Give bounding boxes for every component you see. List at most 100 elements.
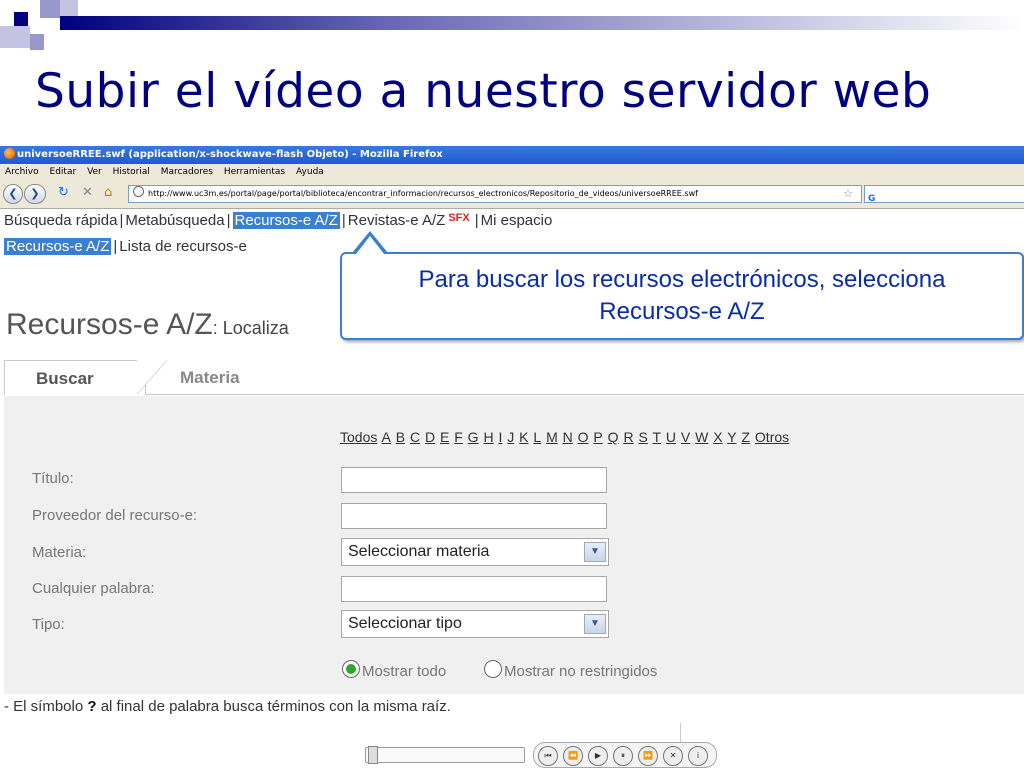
alpha-link-f[interactable]: F	[454, 429, 463, 445]
alpha-link-q[interactable]: Q	[608, 429, 619, 445]
info-icon[interactable]: i	[688, 746, 708, 766]
flash-player-controls: ⏮ ⏪ ▶ ⏸ ⏩ ✕ i	[365, 742, 725, 768]
chevron-down-icon[interactable]: ▼	[584, 614, 606, 634]
play-icon[interactable]: ▶	[588, 746, 608, 766]
radio-no-restringidos-label: Mostrar no restringidos	[504, 663, 658, 680]
tab-materia[interactable]: Materia	[180, 368, 240, 388]
alpha-link-w[interactable]: W	[695, 429, 708, 445]
subtab-recursos-e-az[interactable]: Recursos-e A/Z	[4, 238, 112, 255]
alpha-link-n[interactable]: N	[563, 429, 573, 445]
home-icon[interactable]: ⌂	[104, 184, 112, 202]
deco-bar	[60, 16, 1024, 30]
menu-marcadores[interactable]: Marcadores	[161, 167, 213, 177]
search-form: Todos A B C D E F G H I J K L M N O P Q …	[4, 396, 1024, 694]
menu-editar[interactable]: Editar	[50, 167, 77, 177]
proveedor-input[interactable]	[341, 503, 607, 529]
tab-recursos-e-az[interactable]: Recursos-e A/Z	[232, 212, 340, 229]
forward-icon[interactable]: ⏩	[638, 746, 658, 766]
first-icon[interactable]: ⏮	[538, 746, 558, 766]
alpha-link-o[interactable]: O	[578, 429, 589, 445]
search-engine-icon[interactable]: G	[868, 191, 875, 207]
alpha-link-d[interactable]: D	[425, 429, 435, 445]
rewind-icon[interactable]: ⏪	[563, 746, 583, 766]
alpha-link-i[interactable]: I	[498, 429, 502, 445]
radio-checked-icon[interactable]	[342, 660, 360, 678]
alpha-link-u[interactable]: U	[666, 429, 676, 445]
callout-pointer-fill	[356, 236, 384, 254]
label-tipo: Tipo:	[32, 616, 65, 633]
alpha-link-otros[interactable]: Otros	[755, 429, 789, 445]
seek-handle[interactable]	[368, 746, 378, 764]
alpha-link-t[interactable]: T	[652, 429, 661, 445]
alpha-link-z[interactable]: Z	[741, 429, 750, 445]
radio-unchecked-icon[interactable]	[484, 660, 502, 678]
sfx-logo[interactable]: SFX	[448, 212, 469, 224]
alpha-link-b[interactable]: B	[396, 429, 405, 445]
player-buttons: ⏮ ⏪ ▶ ⏸ ⏩ ✕ i	[533, 742, 717, 768]
site-identity-icon[interactable]	[133, 186, 144, 197]
menu-ayuda[interactable]: Ayuda	[296, 167, 324, 177]
bookmark-star-icon[interactable]: ☆	[843, 186, 853, 202]
window-title: universoeRREE.swf (application/x-shockwa…	[17, 149, 443, 160]
alpha-link-j[interactable]: J	[507, 429, 514, 445]
alpha-link-a[interactable]: A	[381, 429, 390, 445]
divider	[680, 723, 681, 743]
label-proveedor: Proveedor del recurso-e:	[32, 507, 198, 524]
tipo-select[interactable]: Seleccionar tipo ▼	[341, 610, 609, 638]
url-bar[interactable]: http://www.uc3m.es/portal/page/portal/bi…	[128, 185, 862, 203]
reload-icon[interactable]: ↻	[58, 184, 69, 202]
menu-ver[interactable]: Ver	[87, 167, 102, 177]
browser-screenshot: universoeRREE.swf (application/x-shockwa…	[0, 146, 1024, 768]
callout-text: Para buscar los recursos electrónicos, s…	[342, 264, 1022, 328]
search-hint: - El símbolo ? al final de palabra busca…	[4, 698, 451, 715]
heading-subtitle: : Localiza	[212, 318, 289, 338]
instruction-callout: Para buscar los recursos electrónicos, s…	[340, 252, 1024, 340]
menu-historial[interactable]: Historial	[113, 167, 150, 177]
alpha-link-todos[interactable]: Todos	[340, 429, 377, 445]
radio-mostrar-todo[interactable]: Mostrar todo	[342, 660, 446, 680]
alpha-link-e[interactable]: E	[440, 429, 449, 445]
alphabet-index: Todos A B C D E F G H I J K L M N O P Q …	[340, 429, 790, 445]
palabra-input[interactable]	[341, 576, 607, 602]
navigation-toolbar: ❮ ❯ ↻ ✕ ⌂ http://www.uc3m.es/portal/page…	[0, 180, 1024, 209]
radio-mostrar-no-restringidos[interactable]: Mostrar no restringidos	[484, 660, 657, 680]
callout-line-2: Recursos-e A/Z	[599, 298, 765, 325]
alpha-link-r[interactable]: R	[623, 429, 633, 445]
heading-title: Recursos-e A/Z	[6, 308, 213, 341]
label-palabra: Cualquier palabra:	[32, 580, 155, 597]
chevron-down-icon[interactable]: ▼	[584, 542, 606, 562]
alpha-link-l[interactable]: L	[533, 429, 541, 445]
alpha-link-k[interactable]: K	[519, 429, 528, 445]
materia-select[interactable]: Seleccionar materia ▼	[341, 538, 609, 566]
search-bar[interactable]: G	[864, 185, 1024, 204]
alpha-link-s[interactable]: S	[638, 429, 647, 445]
tab-busqueda-rapida[interactable]: Búsqueda rápida	[4, 212, 117, 229]
form-tabs: Buscar Materia	[4, 350, 1024, 395]
alpha-link-h[interactable]: H	[483, 429, 493, 445]
forward-arrow-icon[interactable]: ❯	[24, 184, 46, 204]
alpha-link-c[interactable]: C	[410, 429, 420, 445]
titulo-input[interactable]	[341, 467, 607, 493]
firefox-icon	[4, 148, 15, 159]
alpha-link-v[interactable]: V	[681, 429, 690, 445]
menu-herramientas[interactable]: Herramientas	[224, 167, 285, 177]
seek-bar[interactable]	[365, 746, 525, 764]
top-tabs: Búsqueda rápida | Metabúsqueda | Recursos-e …	[4, 212, 553, 229]
alpha-link-p[interactable]: P	[593, 429, 602, 445]
tab-buscar[interactable]: Buscar	[4, 360, 146, 395]
stop-icon[interactable]: ✕	[663, 746, 683, 766]
pause-icon[interactable]: ⏸	[613, 746, 633, 766]
alpha-link-m[interactable]: M	[546, 429, 558, 445]
hint-suffix: al final de palabra busca términos con l…	[96, 698, 451, 715]
tab-revistas-e-az[interactable]: Revistas-e A/Z	[348, 212, 446, 229]
back-arrow-icon[interactable]: ❮	[3, 184, 23, 204]
page-heading: Recursos-e A/Z: Localiza	[6, 308, 289, 342]
alpha-link-y[interactable]: Y	[727, 429, 736, 445]
stop-icon[interactable]: ✕	[82, 184, 93, 202]
alpha-link-x[interactable]: X	[713, 429, 722, 445]
menu-archivo[interactable]: Archivo	[5, 167, 39, 177]
tab-mi-espacio[interactable]: Mi espacio	[481, 212, 553, 229]
tab-metabusqueda[interactable]: Metabúsqueda	[125, 212, 224, 229]
subtab-lista-recursos[interactable]: Lista de recursos-e	[119, 238, 247, 255]
alpha-link-g[interactable]: G	[468, 429, 479, 445]
